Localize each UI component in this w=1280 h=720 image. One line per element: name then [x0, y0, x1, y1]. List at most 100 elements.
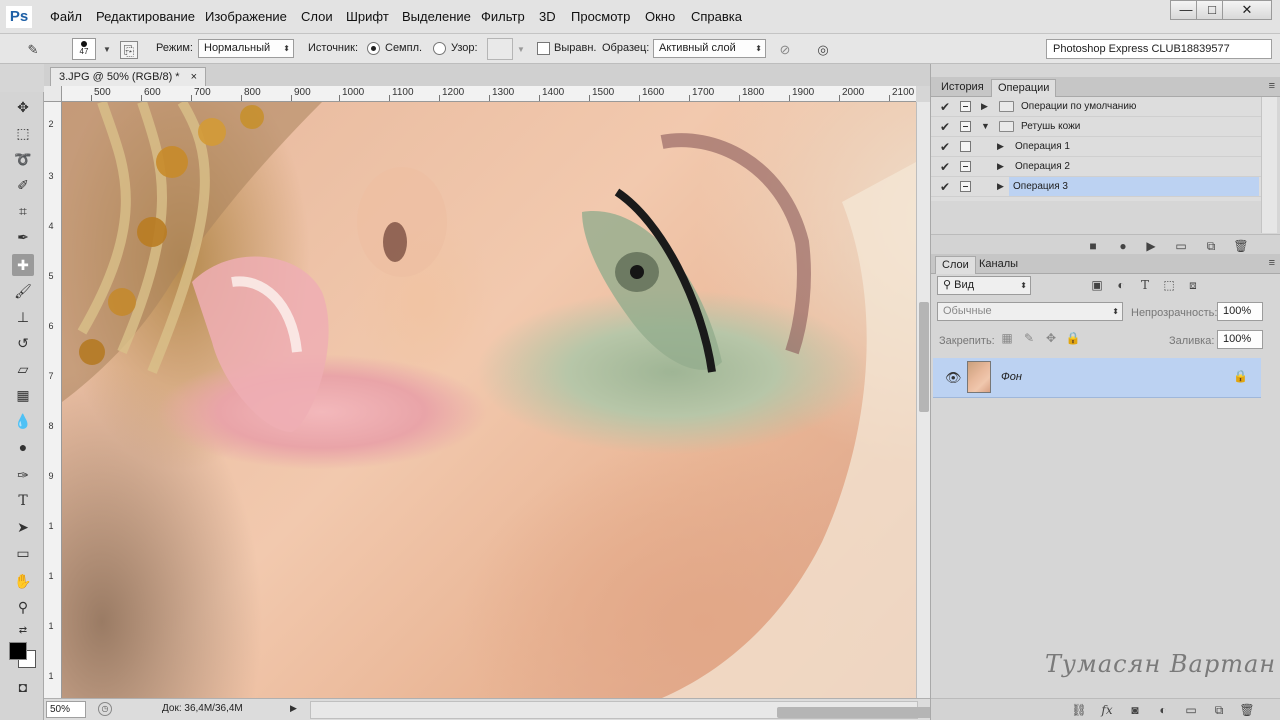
export-icon[interactable]: ◷: [98, 702, 112, 716]
horizontal-scroll-thumb[interactable]: [777, 707, 937, 718]
pen-tool-icon[interactable]: ✑: [12, 464, 34, 486]
opacity-field[interactable]: 100%: [1217, 302, 1263, 321]
action-set-row[interactable]: ✔ ▼ Ретушь кожи: [931, 117, 1261, 137]
mode-select[interactable]: Нормальный ⬍: [198, 39, 294, 58]
lock-position-icon[interactable]: ✥: [1043, 330, 1059, 346]
chevron-down-icon[interactable]: ▼: [512, 41, 530, 59]
lasso-tool-icon[interactable]: ➰: [12, 148, 34, 170]
checkmark-icon[interactable]: ✔: [940, 100, 950, 114]
adjustment-layer-icon[interactable]: ◐: [1155, 702, 1171, 718]
source-sampled-radio[interactable]: [367, 42, 380, 55]
expand-arrow-icon[interactable]: ▶: [981, 101, 988, 112]
healing-brush-tool-icon[interactable]: ✚: [12, 254, 34, 276]
healing-brush-preset-icon[interactable]: ✎: [24, 41, 42, 59]
history-brush-tool-icon[interactable]: ↺: [12, 332, 34, 354]
checkmark-icon[interactable]: ✔: [940, 160, 950, 174]
pressure-size-icon[interactable]: ◎: [814, 41, 832, 59]
sample-select[interactable]: Активный слой ⬍: [653, 39, 766, 58]
hand-tool-icon[interactable]: ✋: [12, 570, 34, 592]
quick-mask-icon[interactable]: ◘: [12, 676, 34, 698]
tab-layers[interactable]: Слои: [935, 256, 976, 274]
dodge-tool-icon[interactable]: ●: [12, 436, 34, 458]
panel-menu-icon[interactable]: ≡: [1269, 257, 1275, 269]
fx-icon[interactable]: fx: [1099, 702, 1115, 718]
action-set-row[interactable]: ✔ ▶ Операции по умолчанию: [931, 97, 1261, 117]
swap-colors-icon[interactable]: ⇄: [12, 620, 34, 642]
action-row[interactable]: ✔ ▶ Операция 2: [931, 157, 1261, 177]
pattern-picker[interactable]: [487, 38, 513, 60]
expand-arrow-icon[interactable]: ▶: [997, 181, 1004, 192]
document-tab[interactable]: 3.JPG @ 50% (RGB/8) * ×: [50, 67, 207, 86]
actions-scrollbar[interactable]: [1261, 97, 1277, 233]
vertical-scroll-thumb[interactable]: [919, 302, 929, 412]
workspace-field[interactable]: Photoshop Express CLUB18839577: [1046, 39, 1272, 59]
marquee-tool-icon[interactable]: ⬚: [12, 122, 34, 144]
pixel-filter-icon[interactable]: ▣: [1089, 277, 1105, 293]
horizontal-scrollbar[interactable]: [310, 701, 937, 719]
ignore-adjustment-layers-icon[interactable]: ⊘: [776, 41, 794, 59]
blend-mode-select[interactable]: Обычные ⬍: [937, 302, 1123, 321]
status-menu-arrow-icon[interactable]: ▶: [290, 703, 297, 714]
source-pattern-radio[interactable]: [433, 42, 446, 55]
clone-source-icon[interactable]: ⎘: [120, 41, 138, 59]
panel-menu-icon[interactable]: ≡: [1269, 80, 1275, 92]
ruler-origin[interactable]: [44, 86, 62, 102]
layer-thumbnail[interactable]: [967, 361, 991, 393]
close-button[interactable]: ✕: [1222, 0, 1272, 20]
eraser-tool-icon[interactable]: ▱: [12, 358, 34, 380]
dialog-toggle[interactable]: [960, 181, 971, 192]
clone-stamp-tool-icon[interactable]: ⊥: [12, 306, 34, 328]
eyedropper-tool-icon[interactable]: ✒: [12, 226, 34, 248]
shape-filter-icon[interactable]: ⬚: [1161, 277, 1177, 293]
tab-actions[interactable]: Операции: [991, 79, 1057, 97]
chevron-down-icon[interactable]: ▼: [98, 41, 116, 59]
dialog-toggle[interactable]: [960, 161, 971, 172]
zoom-tool-icon[interactable]: ⚲: [12, 596, 34, 618]
eye-icon[interactable]: 👁: [945, 370, 962, 386]
vertical-scrollbar[interactable]: [916, 102, 930, 698]
lock-all-icon[interactable]: 🔒: [1065, 330, 1081, 346]
close-tab-icon[interactable]: ×: [191, 71, 197, 83]
layer-filter-select[interactable]: ⚲ Вид ⬍: [937, 276, 1031, 295]
smart-filter-icon[interactable]: ⧈: [1185, 277, 1201, 293]
dialog-toggle[interactable]: [960, 121, 971, 132]
trash-icon[interactable]: 🗑: [1239, 702, 1255, 718]
checkmark-icon[interactable]: ✔: [940, 120, 950, 134]
dialog-toggle[interactable]: [960, 101, 971, 112]
action-row-selected[interactable]: ✔ ▶ Операция 3: [931, 177, 1261, 197]
move-tool-icon[interactable]: ✥: [12, 96, 34, 118]
menu-3d[interactable]: 3D: [539, 9, 556, 24]
aligned-checkbox[interactable]: [537, 42, 550, 55]
action-row[interactable]: ✔ ▶ Операция 1: [931, 137, 1261, 157]
lock-pixels-icon[interactable]: ✎: [1021, 330, 1037, 346]
expand-arrow-icon[interactable]: ▶: [997, 161, 1004, 172]
record-icon[interactable]: ●: [1115, 238, 1131, 254]
layer-row-background[interactable]: 👁 Фон 🔒: [933, 358, 1261, 398]
expand-arrow-icon[interactable]: ▶: [997, 141, 1004, 152]
gradient-tool-icon[interactable]: ▦: [12, 384, 34, 406]
document-canvas[interactable]: [62, 102, 916, 698]
tab-history[interactable]: История: [935, 79, 990, 97]
path-select-tool-icon[interactable]: ➤: [12, 516, 34, 538]
quick-select-tool-icon[interactable]: ✐: [12, 174, 34, 196]
menu-window[interactable]: Окно: [645, 9, 675, 24]
rectangle-tool-icon[interactable]: ▭: [12, 542, 34, 564]
menu-type[interactable]: Шрифт: [346, 9, 389, 24]
fill-field[interactable]: 100%: [1217, 330, 1263, 349]
menu-select[interactable]: Выделение: [402, 9, 471, 24]
blur-tool-icon[interactable]: 💧: [12, 410, 34, 432]
menu-filter[interactable]: Фильтр: [481, 9, 525, 24]
new-action-icon[interactable]: ⧉: [1203, 238, 1219, 254]
menu-view[interactable]: Просмотр: [571, 9, 630, 24]
foreground-color-swatch[interactable]: [9, 642, 27, 660]
menu-file[interactable]: Файл: [50, 9, 82, 24]
zoom-level-field[interactable]: 50%: [46, 701, 86, 718]
brush-size-picker[interactable]: 47: [72, 38, 96, 60]
checkmark-icon[interactable]: ✔: [940, 180, 950, 194]
trash-icon[interactable]: 🗑: [1233, 238, 1249, 254]
collapse-arrow-icon[interactable]: ▼: [981, 121, 990, 131]
menu-image[interactable]: Изображение: [205, 9, 287, 24]
adjustment-filter-icon[interactable]: ◐: [1113, 277, 1129, 293]
dialog-toggle[interactable]: [960, 141, 971, 152]
brush-tool-icon[interactable]: 🖌: [12, 280, 34, 302]
